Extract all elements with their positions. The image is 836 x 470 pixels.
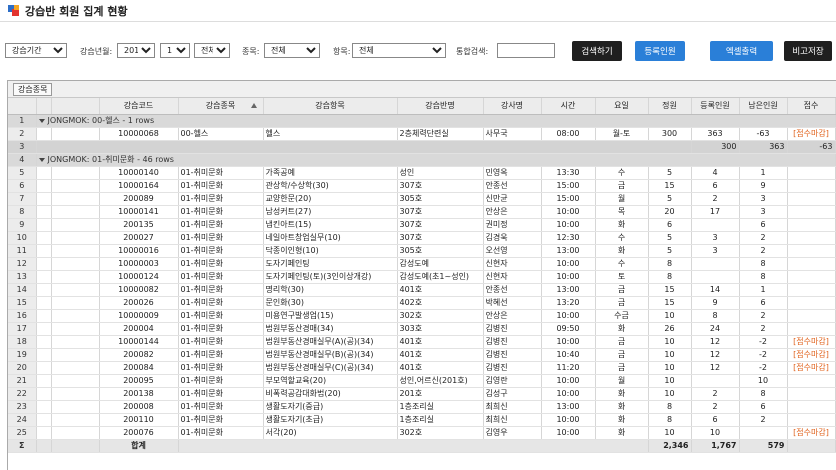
table-row[interactable]: 7 200089 01-취미문화 교양한문(20) 305호 신만균 15:00 월 5 2 3 <box>8 192 836 206</box>
group-panel: 강습종목 <box>8 81 836 98</box>
item-select[interactable]: 전체 <box>352 43 446 58</box>
grid-table: 강습코드 강습종목 강습항목 강습반명 강사명 시간 요일 정원 등록인원 남은… <box>8 98 836 453</box>
status-badge <box>787 387 836 401</box>
table-row[interactable]: 11 10000016 01-취미문화 닥종이인형(10) 305호 오선영 13:00 화 5… <box>8 244 836 258</box>
status-badge: [접수마감] <box>787 426 836 440</box>
rownum-header <box>8 98 37 115</box>
table-row[interactable]: 23 200008 01-취미문화 생활도자기(중급) 1층조리실 최희신 13:00 화 8 2… <box>8 400 836 414</box>
period-select[interactable]: 강습기간 <box>5 43 67 58</box>
page-title: 강습반 회원 집계 현황 <box>25 4 128 18</box>
status-badge <box>787 413 836 427</box>
table-row[interactable]: 9 200135 01-취미문화 냅킨아트(15) 307호 권미정 10:00 화 6 6 <box>8 218 836 232</box>
table-row[interactable]: 24 200110 01-취미문화 생활도자기(초급) 1층조리실 최희신 10:00 화 8 6… <box>8 413 836 427</box>
col-registered[interactable]: 등록인원 <box>691 98 740 115</box>
group-row[interactable]: 4 JONGMOK: 01-취미문화 - 46 rows <box>8 153 836 167</box>
filter-toolbar: 강습기간 강습년월: 2018 11 전체 종목: 전체 항목: 전체 통합검색… <box>0 40 836 62</box>
group-summary-row: 3 300 363 -63 <box>8 140 836 154</box>
table-row[interactable]: 18 10000144 01-취미문화 법원부동산경매실무(A)(공)(34) 401호… <box>8 335 836 349</box>
excel-export-button[interactable]: 엑셀출력 <box>710 41 773 61</box>
col-status[interactable]: 접수 <box>787 98 836 115</box>
group-label: JONGMOK: 01-취미문화 - 46 rows <box>47 155 174 164</box>
table-row[interactable]: 8 10000141 01-취미문화 남성커트(27) 307호 안상은 10:00 목 20 1… <box>8 205 836 219</box>
app-logo-icon <box>8 4 20 17</box>
search-input[interactable] <box>497 43 555 58</box>
title-bar: 강습반 회원 집계 현황 <box>0 0 836 22</box>
table-row[interactable]: 16 10000009 01-취미문화 미용연구발생업(15) 302호 안상은 10:00… <box>8 309 836 323</box>
month-select[interactable]: 11 <box>160 43 190 58</box>
collapse-icon[interactable] <box>38 157 45 162</box>
col-day[interactable]: 요일 <box>595 98 649 115</box>
sort-asc-icon <box>250 103 257 108</box>
year-select[interactable]: 2018 <box>117 43 155 58</box>
table-row[interactable]: 10 200027 01-취미문화 네일아트창업실무(10) 307호 김경욱 12:30 수… <box>8 231 836 245</box>
header-row: 강습코드 강습종목 강습항목 강습반명 강사명 시간 요일 정원 등록인원 남은… <box>8 98 836 115</box>
status-badge <box>787 257 836 271</box>
year-month-label: 강습년월: <box>80 47 113 56</box>
compare-save-button[interactable]: 비고저장 <box>784 41 832 61</box>
status-badge <box>787 205 836 219</box>
table-row[interactable]: 14 10000082 01-취미문화 명리학(30) 401호 안종선 13:00 금 15 1… <box>8 283 836 297</box>
status-badge <box>787 270 836 284</box>
table-row[interactable]: 12 10000003 01-취미문화 도자기페인팅 감성도예 신현자 10:00 수 8 8 <box>8 257 836 271</box>
table-row[interactable]: 19 200082 01-취미문화 법원부동산경매실무(B)(공)(34) 401호 김병… <box>8 348 836 362</box>
group-row[interactable]: 1 JONGMOK: 00-헬스 - 1 rows <box>8 114 836 128</box>
status-badge <box>787 322 836 336</box>
col-capacity[interactable]: 정원 <box>648 98 692 115</box>
status-badge <box>787 179 836 193</box>
item-label: 항목: <box>333 47 351 56</box>
table-row[interactable]: 21 200095 01-취미문화 부모역할교육(20) 성인,어르신(201호) 김영란… <box>8 374 836 388</box>
collapse-icon[interactable] <box>38 118 45 123</box>
data-grid: 강습종목 강습코드 강습종목 강습항목 강습반명 강사명 시간 요일 정원 등록… <box>7 80 836 470</box>
group-chip[interactable]: 강습종목 <box>13 83 53 96</box>
table-row[interactable]: 13 10000124 01-취미문화 도자기페인팅(토)(3인이상개강) 감성도예(초… <box>8 270 836 284</box>
col-item[interactable]: 강습항목 <box>263 98 398 115</box>
col-class[interactable]: 강습반명 <box>397 98 484 115</box>
type-label: 종목: <box>242 47 260 56</box>
indent-header <box>36 98 52 115</box>
table-row[interactable]: 20 200084 01-취미문화 법원부동산경매실무(C)(공)(34) 401호 김병… <box>8 361 836 375</box>
all-select[interactable]: 전체 <box>194 43 230 58</box>
table-row[interactable]: 17 200004 01-취미문화 법원부동산경매(34) 303호 김병진 09:50 화 2… <box>8 322 836 336</box>
status-badge <box>787 218 836 232</box>
footer-total-row: Σ 합계 2,346 1,767 579 <box>8 439 836 453</box>
status-badge: [접수마감] <box>787 127 836 141</box>
table-row[interactable]: 2 10000068 00-헬스 헬스 2층체력단련실 사무국 08:00 월-… <box>8 127 836 141</box>
status-badge <box>787 283 836 297</box>
status-badge <box>787 309 836 323</box>
status-badge <box>787 166 836 180</box>
table-row[interactable]: 6 10000164 01-취미문화 관상학/수상학(30) 307호 안종선 15:00 금… <box>8 179 836 193</box>
status-badge: [접수마감] <box>787 335 836 349</box>
col-remaining[interactable]: 남은인원 <box>739 98 788 115</box>
status-badge: [접수마감] <box>787 348 836 362</box>
status-badge <box>787 192 836 206</box>
spacer-header <box>51 98 100 115</box>
table-row[interactable]: 15 200026 01-취미문화 문인화(30) 402호 박혜선 13:20 금 15 9 6 <box>8 296 836 310</box>
table-row[interactable]: 22 200138 01-취미문화 비폭력공감대화법(20) 201호 김성구 10:00 화… <box>8 387 836 401</box>
status-badge: [접수마감] <box>787 361 836 375</box>
type-select[interactable]: 전체 <box>264 43 320 58</box>
col-time[interactable]: 시간 <box>541 98 596 115</box>
search-label: 통합검색: <box>456 47 489 56</box>
group-label: JONGMOK: 00-헬스 - 1 rows <box>47 116 155 125</box>
status-badge <box>787 231 836 245</box>
status-badge <box>787 374 836 388</box>
status-badge <box>787 296 836 310</box>
search-button[interactable]: 검색하기 <box>572 41 622 61</box>
status-badge <box>787 244 836 258</box>
status-badge <box>787 400 836 414</box>
col-code[interactable]: 강습코드 <box>99 98 179 115</box>
col-instructor[interactable]: 강사명 <box>483 98 542 115</box>
col-type[interactable]: 강습종목 <box>178 98 264 115</box>
register-count-button[interactable]: 등록인원 <box>635 41 685 61</box>
table-row[interactable]: 5 10000140 01-취미문화 가족공예 성인 민영옥 13:30 수 5 4 1 <box>8 166 836 180</box>
table-row[interactable]: 25 200076 01-취미문화 서각(20) 302호 김영우 10:00 화 10 10 [접… <box>8 426 836 440</box>
